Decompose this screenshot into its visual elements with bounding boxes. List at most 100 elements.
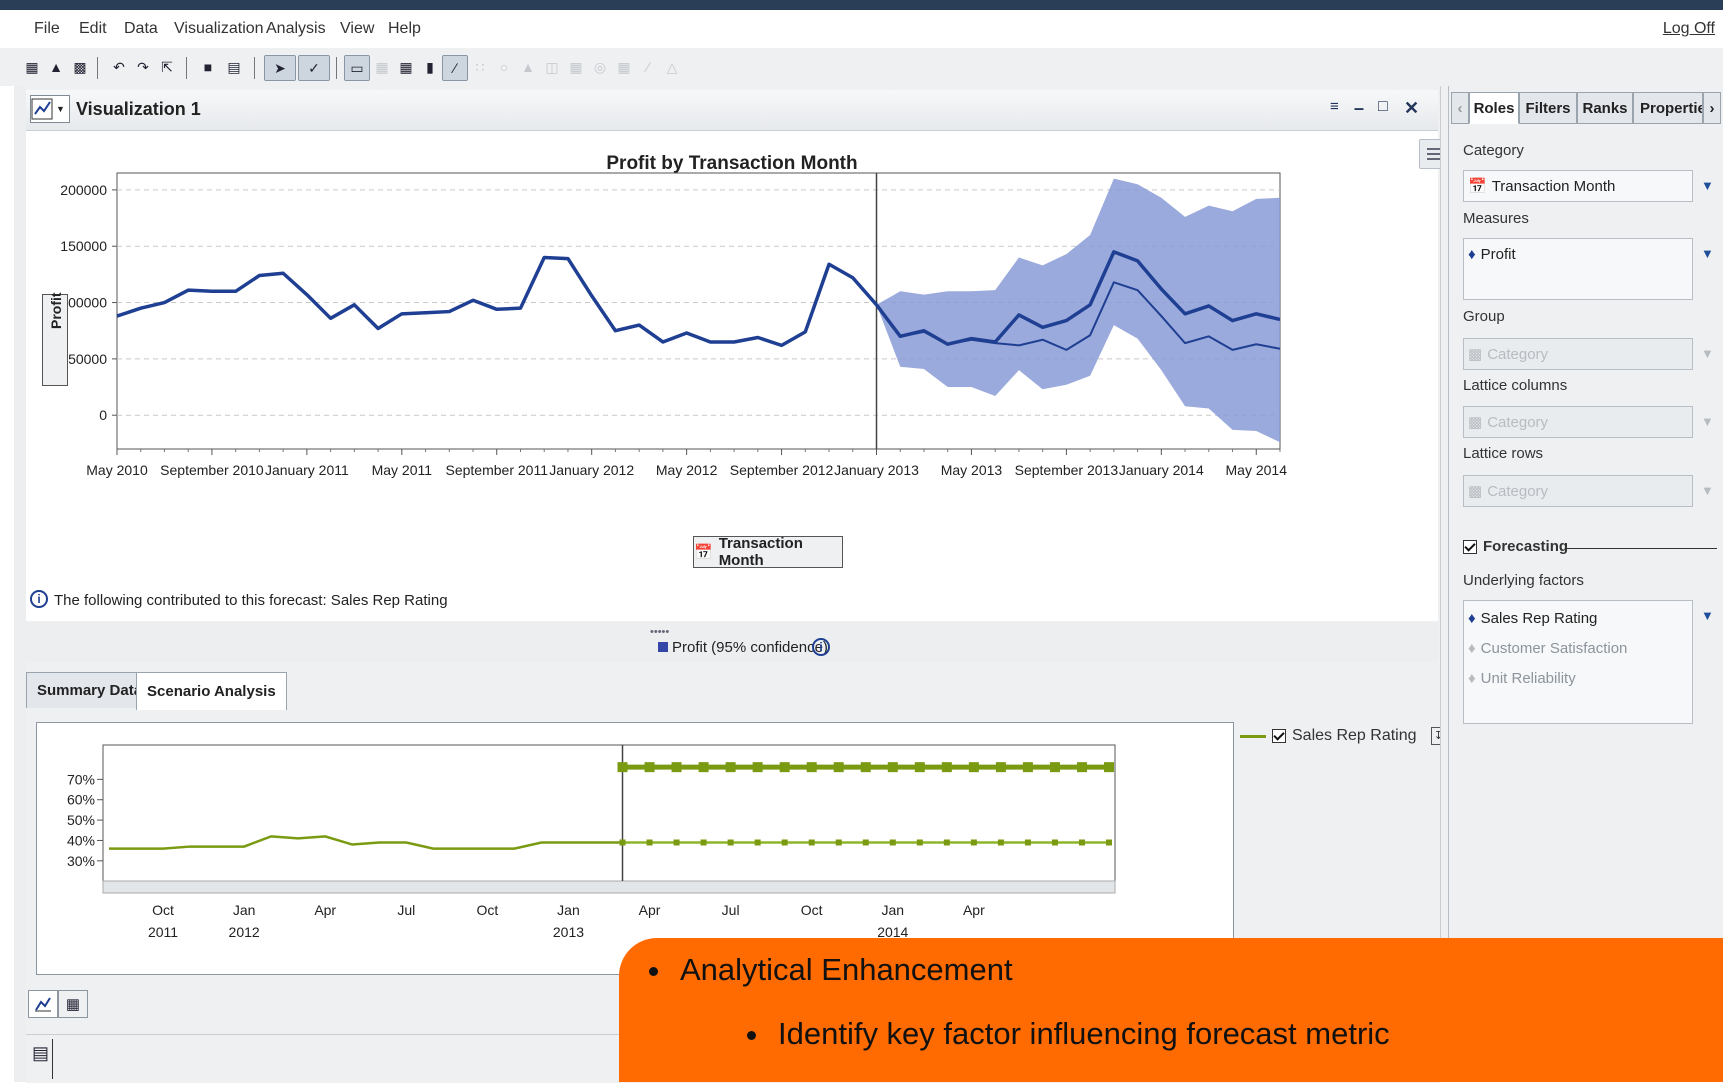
minimize-icon[interactable]: – bbox=[1354, 98, 1364, 119]
auto-chart-icon[interactable]: ▭ bbox=[344, 55, 370, 81]
measure-icon: ♦ bbox=[1468, 669, 1476, 687]
category-label: Category bbox=[1463, 142, 1524, 159]
x-tick-label: Apr bbox=[314, 902, 336, 918]
x-tick-year-label: 2012 bbox=[229, 924, 260, 940]
y-tick-label: 150000 bbox=[60, 238, 107, 254]
export-icon[interactable]: ⇱ bbox=[155, 55, 179, 79]
forecast-point bbox=[673, 839, 680, 846]
x-tick-label: Jan bbox=[557, 902, 580, 918]
line-chart-icon[interactable]: ∕ bbox=[442, 55, 468, 81]
resize-grip[interactable]: ••••• bbox=[650, 626, 669, 638]
x-tick-label: January 2011 bbox=[265, 462, 349, 478]
x-tick-label: Jul bbox=[397, 902, 415, 918]
sales-rep-rating-chart[interactable]: 30% 40% 50% 60% 70% Oct 2011 Jan 2012 Apr Jul Oct Ja… bbox=[37, 723, 1233, 974]
underlying-factors-box[interactable]: ♦ Sales Rep Rating ♦ Customer Satisfaction… bbox=[1463, 600, 1693, 724]
tab-roles[interactable]: Roles bbox=[1469, 92, 1519, 124]
y-axis-role-button[interactable]: Profit bbox=[42, 292, 68, 386]
bar-chart-icon[interactable]: ▮ bbox=[418, 55, 442, 79]
undo-icon[interactable]: ↶ bbox=[107, 55, 131, 79]
y-tick-label: 70% bbox=[67, 771, 95, 787]
view-toggle: ▦ bbox=[28, 990, 118, 1022]
toolbar-separator bbox=[336, 57, 337, 79]
brush-icon[interactable]: ✓ bbox=[298, 55, 330, 81]
select-pointer-icon[interactable]: ➤ bbox=[264, 55, 296, 81]
factor-label: Customer Satisfaction bbox=[1480, 639, 1628, 657]
x-tick-label: Jan bbox=[881, 902, 904, 918]
x-tick-year-label: 2013 bbox=[553, 924, 584, 940]
treemap-icon: ▦ bbox=[617, 58, 631, 75]
x-tick-label: May 2013 bbox=[941, 462, 1003, 478]
menu-edit[interactable]: Edit bbox=[79, 20, 107, 38]
menu-file[interactable]: File bbox=[34, 20, 60, 38]
factor-label: Unit Reliability bbox=[1480, 669, 1576, 687]
factor-item[interactable]: ♦ Unit Reliability bbox=[1464, 663, 1692, 693]
menu-data[interactable]: Data bbox=[124, 20, 158, 38]
scenario-handle bbox=[725, 762, 736, 773]
crosstab-icon[interactable]: ▦ bbox=[394, 55, 418, 79]
factors-dropdown-icon[interactable]: ▼ bbox=[1701, 608, 1714, 623]
line-chart-icon bbox=[31, 98, 53, 120]
measures-role-box[interactable]: ♦ Profit bbox=[1463, 238, 1693, 300]
scenario-handle bbox=[833, 762, 844, 773]
open-folder-icon[interactable]: ▲ bbox=[44, 55, 68, 79]
scenario-handle bbox=[752, 762, 763, 773]
factor-item[interactable]: ♦ Customer Satisfaction bbox=[1464, 633, 1692, 663]
menu-view[interactable]: View bbox=[340, 20, 374, 38]
category-role-box[interactable]: 📅 Transaction Month bbox=[1463, 170, 1693, 202]
menu-analysis[interactable]: Analysis bbox=[266, 20, 326, 38]
category-dropdown-icon[interactable]: ▼ bbox=[1701, 178, 1714, 193]
forecast-note: i The following contributed to this fore… bbox=[26, 586, 1438, 616]
sales-rep-rating-checkbox[interactable] bbox=[1272, 729, 1286, 743]
forecasting-checkbox[interactable] bbox=[1463, 540, 1477, 554]
forecast-point bbox=[1106, 839, 1112, 846]
x-tick-label: Oct bbox=[801, 902, 823, 918]
save-icon[interactable]: ▩ bbox=[68, 55, 92, 79]
forecast-point bbox=[997, 839, 1004, 846]
x-tick-label: Oct bbox=[152, 902, 174, 918]
measure-icon: ♦ bbox=[1468, 609, 1476, 627]
forecast-note-text: The following contributed to this foreca… bbox=[54, 592, 448, 609]
tab-summary-data[interactable]: Summary Data bbox=[26, 672, 154, 708]
x-tick-label: September 2013 bbox=[1015, 462, 1119, 478]
scenario-handle bbox=[671, 762, 682, 773]
tab-scenario-analysis[interactable]: Scenario Analysis bbox=[136, 672, 287, 710]
category-icon: ▩ bbox=[1468, 346, 1483, 363]
forecast-point bbox=[754, 839, 761, 846]
maximize-icon[interactable]: □ bbox=[1378, 98, 1388, 116]
x-tick-label: May 2014 bbox=[1226, 462, 1288, 478]
filter-menu-icon[interactable]: ≡ bbox=[1330, 98, 1339, 115]
x-axis-role-button[interactable]: 📅 Transaction Month bbox=[693, 535, 843, 569]
tabs-scroll-right-icon[interactable]: › bbox=[1703, 92, 1721, 124]
pages-icon[interactable]: ▤ bbox=[32, 1043, 49, 1064]
tab-properties[interactable]: Propertie bbox=[1633, 92, 1703, 124]
x-tick-label: Jan bbox=[233, 902, 256, 918]
log-off-link[interactable]: Log Off bbox=[1663, 20, 1715, 38]
menu-help[interactable]: Help bbox=[388, 20, 421, 38]
page-icon[interactable]: ■ bbox=[196, 55, 220, 79]
tab-filters[interactable]: Filters bbox=[1519, 92, 1577, 124]
chart-view-icon[interactable] bbox=[28, 990, 58, 1018]
redo-icon[interactable]: ↷ bbox=[131, 55, 155, 79]
bubble-icon: ○ bbox=[499, 59, 509, 75]
tab-ranks[interactable]: Ranks bbox=[1577, 92, 1633, 124]
info-icon[interactable]: i bbox=[30, 590, 48, 608]
chevron-down-icon: ▼ bbox=[56, 104, 65, 114]
geo-map-icon: ◎ bbox=[593, 58, 607, 75]
callout-bullet-2-text: Identify key factor influencing forecast… bbox=[778, 1016, 1390, 1051]
menu-visualization[interactable]: Visualization bbox=[174, 20, 264, 38]
forecast-point bbox=[1024, 839, 1031, 846]
measures-dropdown-icon[interactable]: ▼ bbox=[1701, 246, 1714, 261]
legend-info-icon[interactable]: i bbox=[812, 638, 830, 656]
new-icon[interactable]: ▦ bbox=[20, 55, 44, 79]
x-tick-label: May 2010 bbox=[86, 462, 148, 478]
factor-item[interactable]: ♦ Sales Rep Rating bbox=[1464, 603, 1692, 633]
calendar-icon: 📅 bbox=[694, 544, 713, 561]
scenario-handle bbox=[968, 762, 979, 773]
tabs-scroll-left-icon[interactable]: ‹ bbox=[1451, 92, 1469, 124]
scenario-handle bbox=[779, 762, 790, 773]
layers-icon[interactable]: ▤ bbox=[222, 55, 246, 79]
table-view-icon[interactable]: ▦ bbox=[58, 990, 88, 1018]
forecast-point bbox=[835, 839, 842, 846]
close-icon[interactable]: ✕ bbox=[1404, 98, 1419, 119]
chart-type-dropdown[interactable]: ▼ bbox=[30, 95, 70, 123]
